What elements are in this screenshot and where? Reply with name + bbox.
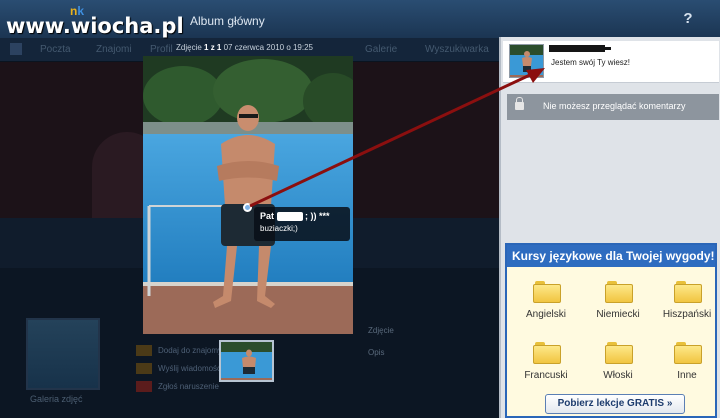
- folder-niemiecki[interactable]: Niemiecki: [578, 281, 658, 320]
- folder-angielski[interactable]: Angielski: [506, 281, 586, 320]
- folder-label: Inne: [677, 370, 697, 381]
- tag-name-redaction: [276, 212, 303, 222]
- counter-prefix: Zdjęcie: [176, 43, 202, 52]
- folder-label: Włoski: [603, 370, 633, 381]
- folder-icon: [533, 281, 561, 303]
- folder-wloski[interactable]: Włoski: [578, 342, 658, 381]
- folder-inne[interactable]: Inne: [647, 342, 720, 381]
- gallery-label[interactable]: Galeria zdjęć: [30, 394, 83, 404]
- folder-icon: [533, 342, 561, 364]
- folder-icon: [674, 342, 702, 364]
- folder-label: Angielski: [525, 309, 567, 320]
- commenter-name-redaction-tail: [605, 47, 611, 50]
- nav-item[interactable]: Wyszukiwarka: [425, 44, 489, 55]
- site-watermark: nk www.wiocha.pl: [6, 4, 196, 40]
- photo-thumbnail[interactable]: [219, 340, 274, 382]
- folder-label: Francuski: [524, 370, 568, 381]
- folder-label: Niemiecki: [596, 309, 640, 320]
- home-icon[interactable]: [10, 43, 22, 55]
- action-item[interactable]: Dodaj do znajomych: [136, 344, 230, 362]
- download-lessons-button[interactable]: Pobierz lekcje GRATIS »: [545, 394, 685, 414]
- photo-info: Zdjęcie Opis: [368, 320, 394, 364]
- profile-photo[interactable]: [26, 318, 100, 390]
- album-title[interactable]: Album główny: [190, 14, 265, 28]
- folder-francuski[interactable]: Francuski: [506, 342, 586, 381]
- tag-marker[interactable]: [243, 203, 252, 212]
- nav-item[interactable]: Profil: [150, 44, 173, 55]
- main-photo[interactable]: [143, 56, 353, 334]
- help-button[interactable]: ?: [680, 10, 696, 28]
- language-course-ad[interactable]: Kursy językowe dla Twojej wygody! Angiel…: [505, 243, 717, 418]
- nav-item[interactable]: Znajomi: [96, 44, 132, 55]
- tag-name[interactable]: Pat ; )) ***: [260, 211, 344, 222]
- action-item[interactable]: Wyślij wiadomość: [136, 362, 230, 380]
- folder-icon: [605, 342, 633, 364]
- commenter-avatar[interactable]: [509, 44, 544, 78]
- comments-locked-notice: Nie możesz przeglądać komentarzy: [507, 94, 719, 120]
- lock-icon: [515, 97, 524, 110]
- nav-item[interactable]: Galerie: [365, 44, 397, 55]
- counter-date: 07 czerwca 2010 o 19:25: [223, 43, 314, 52]
- action-item[interactable]: Zgłoś naruszenie: [136, 380, 230, 398]
- comment-item: Jestem swój Ty wiesz!: [503, 41, 719, 83]
- info-item: Opis: [368, 348, 385, 357]
- comment-text: Jestem swój Ty wiesz!: [551, 58, 630, 67]
- folder-icon: [605, 281, 633, 303]
- commenter-name-redaction[interactable]: [549, 45, 605, 52]
- tag-name-prefix: Pat: [260, 211, 275, 221]
- photo-counter: Zdjęcie 1 z 1 07 czerwca 2010 o 19:25: [176, 43, 313, 52]
- action-list: Dodaj do znajomych Wyślij wiadomość Zgło…: [136, 344, 230, 398]
- tag-name-suffix: ; )) ***: [305, 211, 330, 221]
- info-item: Zdjęcie: [368, 326, 394, 335]
- nav-item[interactable]: Poczta: [40, 44, 71, 55]
- comments-locked-text: Nie możesz przeglądać komentarzy: [543, 101, 686, 111]
- tag-text: buziaczki;): [260, 224, 298, 234]
- ad-title[interactable]: Kursy językowe dla Twojej wygody!: [507, 245, 715, 267]
- folder-label: Hiszpański: [662, 309, 712, 320]
- tag-label[interactable]: Pat ; )) *** buziaczki;): [254, 207, 350, 241]
- watermark-text: www.wiocha.pl: [6, 14, 184, 38]
- folder-icon: [674, 281, 702, 303]
- folder-hiszpanski[interactable]: Hiszpański: [647, 281, 720, 320]
- counter-value: 1 z 1: [204, 43, 222, 52]
